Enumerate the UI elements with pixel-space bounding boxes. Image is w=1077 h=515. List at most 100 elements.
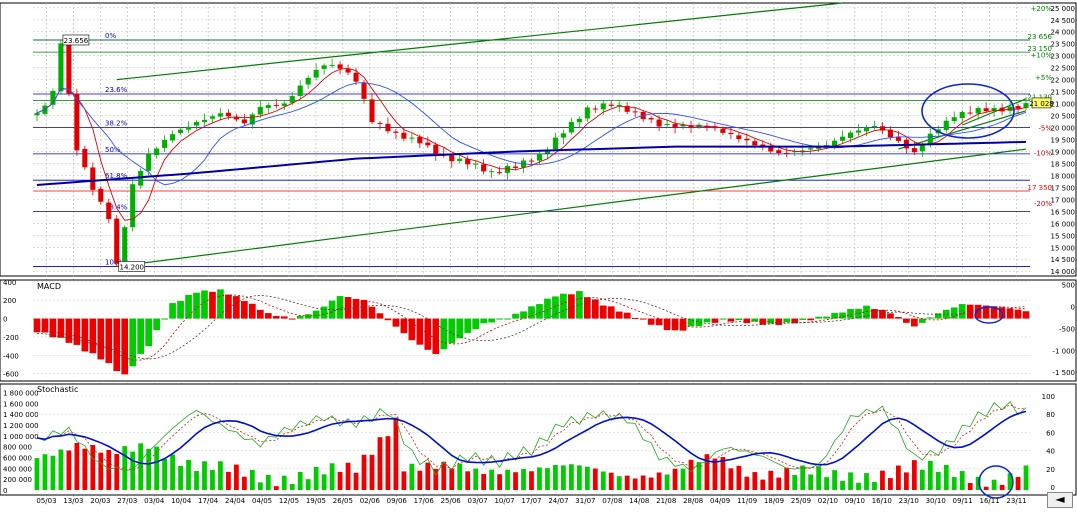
macd-y-tick-right: -500 [1059, 325, 1075, 333]
macd-bar [576, 291, 583, 319]
candle-body [855, 130, 862, 133]
candle-body [393, 131, 399, 133]
percent-label: +10% [1031, 51, 1053, 59]
macd-bar [225, 294, 232, 319]
macd-bar [384, 318, 392, 321]
macd-bar [895, 317, 902, 319]
macd-bar [1014, 309, 1022, 319]
macd-bar [910, 318, 918, 327]
macd-y-tick-right: 0 [1071, 303, 1075, 311]
y-tick-label: 19 000 [1051, 148, 1076, 156]
y-tick-label: 21 000 [1051, 101, 1076, 109]
candle-body [919, 144, 925, 152]
macd-bar [480, 318, 487, 324]
macd-bar [185, 294, 192, 319]
macd-bar [560, 293, 567, 319]
volume-bar [473, 468, 479, 490]
macd-bar [807, 318, 815, 321]
y-tick-label: 18 500 [1051, 160, 1076, 168]
candle-body [337, 64, 343, 69]
macd-bar [256, 309, 264, 319]
x-tick-label: 04/05 [252, 497, 272, 505]
macd-bar [1006, 308, 1014, 319]
price-box-label: 14.200 [119, 263, 144, 271]
candle-body [600, 103, 606, 110]
volume-bar [760, 479, 766, 490]
macd-bar [121, 318, 129, 375]
macd-bar [743, 318, 751, 324]
percent-label: -20% [1034, 200, 1052, 208]
macd-bar [1022, 311, 1030, 319]
volume-bar [345, 462, 351, 490]
macd-bar [520, 311, 527, 319]
x-tick-label: 31/07 [575, 497, 595, 505]
volume-bar [457, 463, 463, 490]
percent-label: +20% [1031, 5, 1053, 13]
macd-bar [448, 318, 456, 344]
macd-bar [89, 318, 97, 354]
candle-body [201, 119, 208, 123]
macd-bar [177, 301, 184, 319]
candle-body [959, 112, 965, 119]
macd-bar [464, 318, 472, 333]
volume-y-tick: 0 [3, 487, 7, 495]
x-tick-label: 03/04 [144, 497, 165, 505]
volume-bar [305, 479, 311, 490]
candle-body [536, 153, 543, 161]
candle-body [728, 132, 734, 135]
volume-bar [529, 471, 534, 490]
x-tick-label: 02/10 [818, 497, 838, 505]
candle-body [377, 122, 383, 124]
scroll-back-button[interactable]: ◄ [1047, 492, 1073, 508]
x-tick-label: 17/04 [198, 497, 219, 505]
volume-bar [824, 477, 830, 490]
candle-body [114, 218, 120, 264]
volume-bar [672, 468, 678, 490]
macd-bar [887, 313, 894, 319]
candle-body [672, 124, 678, 128]
x-tick-label: 09/11 [953, 497, 973, 505]
volume-bar [106, 449, 112, 490]
volume-bar [991, 479, 997, 490]
stochastic-y-tick: 60 [1046, 429, 1055, 437]
volume-bar [943, 464, 949, 490]
volume-bar [999, 484, 1005, 490]
volume-bar [449, 468, 455, 490]
candle-body [353, 72, 359, 82]
macd-bar [33, 318, 41, 333]
x-tick-label: 27/03 [117, 497, 137, 505]
volume-bar [289, 483, 295, 490]
macd-bar [376, 313, 384, 319]
candle-body [784, 152, 790, 154]
x-tick-label: 10/07 [494, 497, 514, 505]
macd-bar [57, 318, 65, 338]
macd-y-tick-left: -400 [3, 352, 19, 360]
volume-bar [34, 458, 40, 490]
candle-body [154, 148, 160, 156]
macd-bar [400, 318, 408, 334]
volume-bar [712, 458, 718, 490]
macd-bar [950, 307, 958, 319]
volume-bar [919, 469, 925, 490]
macd-bar [73, 318, 81, 345]
percent-label: -10% [1034, 150, 1052, 158]
chart-svg: 05/03 13/03 20/03 27/03 03/04 10/04 17/04 24/04… [0, 2, 1077, 505]
candle-body [401, 132, 407, 139]
macd-bar [312, 310, 320, 319]
candle-body [552, 137, 558, 150]
y-tick-label: 23 500 [1051, 41, 1076, 49]
macd-bar [839, 312, 846, 319]
macd-bar [392, 318, 400, 327]
macd-bar [679, 318, 687, 331]
macd-bar [647, 318, 655, 325]
x-tick-label: 25/06 [441, 497, 462, 505]
macd-title: MACD [37, 282, 61, 291]
candle-body [568, 121, 574, 133]
macd-bar [552, 296, 559, 319]
candle-body [1015, 106, 1021, 109]
macd-bar [903, 318, 910, 323]
macd-y-tick-left: -600 [3, 371, 19, 379]
candle-body [433, 144, 439, 155]
volume-bar [680, 468, 686, 490]
candle-body [465, 159, 471, 165]
